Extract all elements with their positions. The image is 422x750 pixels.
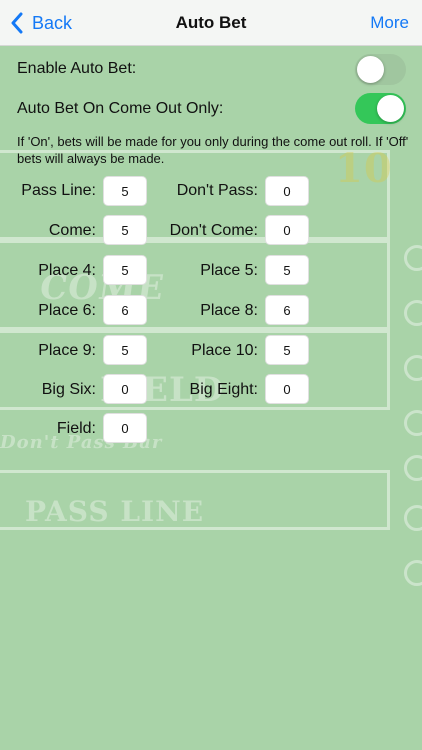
place-9-label: Place 9:: [38, 342, 96, 359]
come-out-note: If 'On', bets will be made for you only …: [17, 134, 409, 166]
come-out-only-switch[interactable]: [355, 93, 406, 124]
field-label: Field:: [56, 420, 96, 437]
place-4-input[interactable]: [103, 255, 147, 285]
pass-line-input[interactable]: [103, 176, 147, 206]
place-8-label: Place 8:: [200, 302, 258, 319]
come-label: Come:: [48, 222, 96, 239]
page-title: Auto Bet: [175, 13, 247, 32]
place-8-input[interactable]: [265, 295, 309, 325]
more-button[interactable]: More: [370, 13, 409, 33]
dont-pass-label: Don't Pass:: [176, 182, 258, 199]
switch-knob: [357, 56, 384, 83]
big-eight-label: Big Eight:: [189, 381, 258, 398]
place-5-input[interactable]: [265, 255, 309, 285]
enable-auto-bet-label: Enable Auto Bet:: [17, 60, 137, 77]
come-out-only-label: Auto Bet On Come Out Only:: [17, 100, 224, 117]
dont-pass-input[interactable]: [265, 176, 309, 206]
place-6-input[interactable]: [103, 295, 147, 325]
big-six-input[interactable]: [103, 374, 147, 404]
come-input[interactable]: [103, 215, 147, 245]
place-10-input[interactable]: [265, 335, 309, 365]
dont-come-label: Don't Come:: [169, 222, 258, 239]
big-eight-input[interactable]: [265, 374, 309, 404]
place-9-input[interactable]: [103, 335, 147, 365]
big-six-label: Big Six:: [41, 381, 96, 398]
pass-line-label: Pass Line:: [21, 182, 96, 199]
place-10-label: Place 10:: [191, 342, 258, 359]
dont-come-input[interactable]: [265, 215, 309, 245]
field-input[interactable]: [103, 413, 147, 443]
navigation-bar: Back Auto Bet More: [0, 0, 422, 46]
switch-knob: [377, 95, 404, 122]
place-6-label: Place 6:: [38, 302, 96, 319]
enable-auto-bet-switch[interactable]: [355, 54, 406, 85]
place-5-label: Place 5:: [200, 262, 258, 279]
place-4-label: Place 4:: [38, 262, 96, 279]
